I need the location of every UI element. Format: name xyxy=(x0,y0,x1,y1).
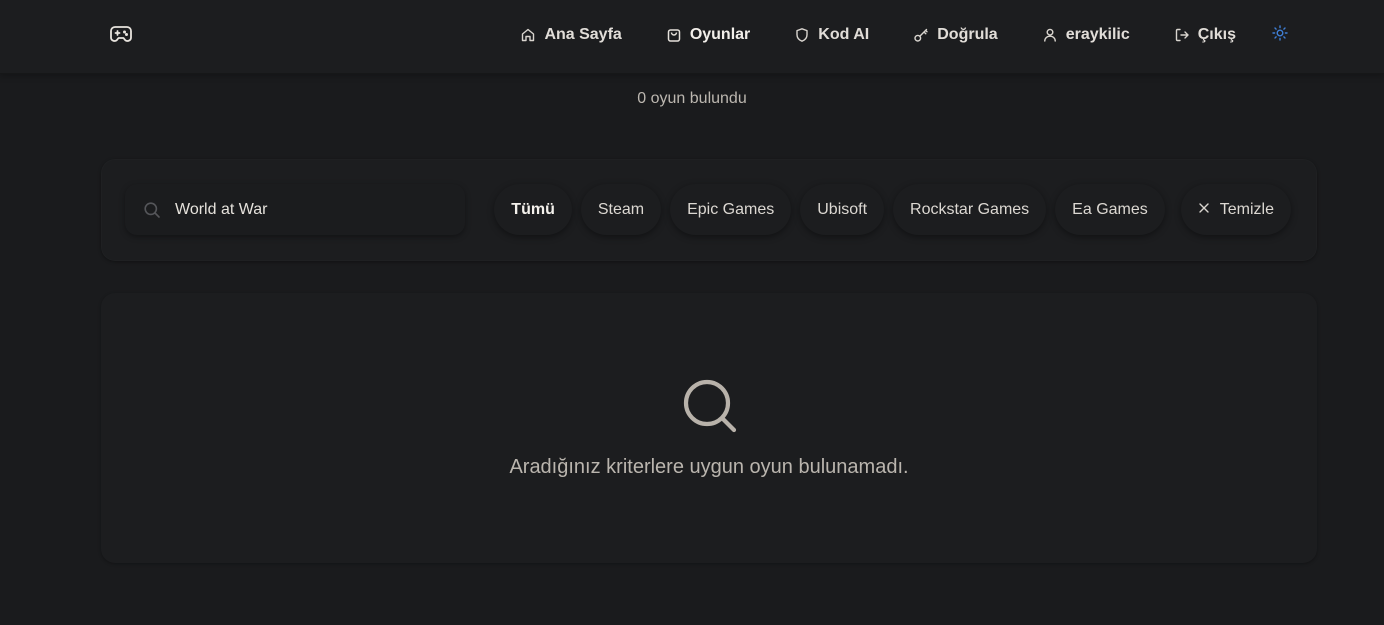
theme-toggle-button[interactable] xyxy=(1272,24,1288,46)
search-icon xyxy=(682,378,738,434)
nav-item-ana-sayfa[interactable]: Ana Sayfa xyxy=(520,26,622,44)
empty-state-message: Aradığınız kriterlere uygun oyun bulunam… xyxy=(509,456,909,478)
home-icon xyxy=(520,27,536,43)
chip-ubisoft[interactable]: Ubisoft xyxy=(800,184,885,235)
chip-tumu[interactable]: Tümü xyxy=(494,184,572,235)
nav-item-label: Çıkış xyxy=(1197,26,1236,43)
chip-epic-games[interactable]: Epic Games xyxy=(670,184,792,235)
nav-item-label: Oyunlar xyxy=(689,26,751,43)
logout-icon xyxy=(1174,27,1190,43)
nav-item-label: eraykilic xyxy=(1065,26,1130,43)
key-icon xyxy=(913,27,929,43)
chip-rockstar-games[interactable]: Rockstar Games xyxy=(893,184,1047,235)
search-input[interactable] xyxy=(175,184,455,235)
nav-item-dogrula[interactable]: Doğrula xyxy=(913,26,998,44)
nav-item-label: Doğrula xyxy=(937,26,998,43)
platform-filter-chips: Tümü Steam Epic Games Ubisoft Rockstar G… xyxy=(494,184,1291,235)
clear-filters-button[interactable]: Temizle xyxy=(1180,184,1291,235)
nav-item-user[interactable]: eraykilic xyxy=(1042,26,1130,44)
chip-steam[interactable]: Steam xyxy=(580,184,662,235)
gamepad-icon[interactable] xyxy=(109,24,133,44)
nav-item-label: Ana Sayfa xyxy=(544,26,622,43)
nav-item-oyunlar[interactable]: Oyunlar xyxy=(666,26,750,44)
sun-icon xyxy=(1272,24,1288,46)
close-icon xyxy=(1198,201,1210,219)
search-box[interactable] xyxy=(125,184,465,235)
nav-item-cikis[interactable]: Çıkış xyxy=(1174,26,1236,44)
search-icon xyxy=(143,201,161,224)
nav-item-label: Kod AI xyxy=(818,26,870,43)
main-nav: Ana Sayfa Oyunlar Kod AI Doğrula eraykil… xyxy=(520,0,1288,70)
shopping-bag-icon xyxy=(666,27,682,43)
shield-icon xyxy=(794,27,810,43)
user-icon xyxy=(1042,27,1058,43)
navbar: Ana Sayfa Oyunlar Kod AI Doğrula eraykil… xyxy=(0,0,1384,74)
nav-item-kod-ai[interactable]: Kod AI xyxy=(794,26,869,44)
result-count: 0 oyun bulundu xyxy=(637,90,747,107)
filter-panel: Tümü Steam Epic Games Ubisoft Rockstar G… xyxy=(101,159,1317,261)
chip-ea-games[interactable]: Ea Games xyxy=(1055,184,1165,235)
empty-state-panel: Aradığınız kriterlere uygun oyun bulunam… xyxy=(101,293,1317,563)
clear-filters-label: Temizle xyxy=(1219,200,1274,218)
